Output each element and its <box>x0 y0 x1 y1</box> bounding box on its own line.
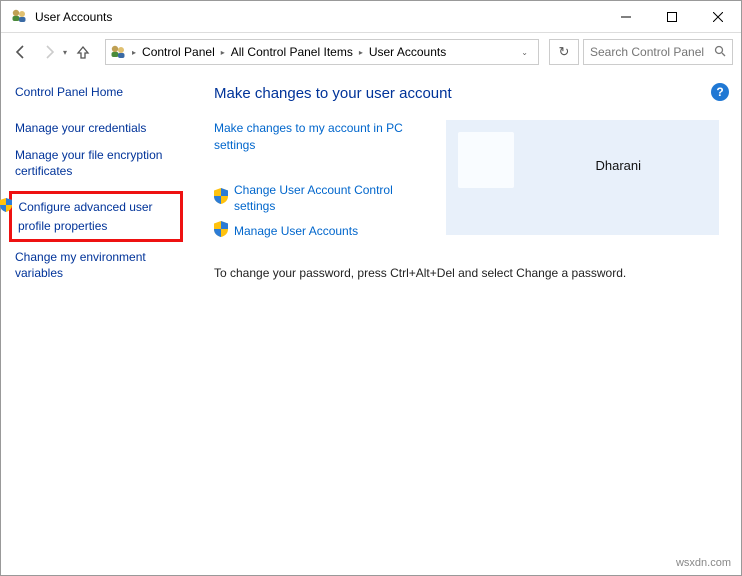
manage-credentials-link[interactable]: Manage your credentials <box>15 121 196 137</box>
navbar: ▾ ▸ Control Panel ▸ All Control Panel It… <box>1 33 741 71</box>
forward-button[interactable] <box>37 40 61 64</box>
password-instruction: To change your password, press Ctrl+Alt+… <box>214 266 723 280</box>
shield-icon <box>214 221 228 242</box>
refresh-button[interactable]: ↻ <box>549 39 579 65</box>
manage-encryption-link[interactable]: Manage your file encryption certificates <box>15 148 196 179</box>
back-button[interactable] <box>9 40 33 64</box>
maximize-button[interactable] <box>649 1 695 32</box>
sidebar: Control Panel Home Manage your credentia… <box>1 71 196 575</box>
search-input[interactable] <box>590 45 714 59</box>
window-title: User Accounts <box>35 10 603 24</box>
watermark: wsxdn.com <box>676 557 731 569</box>
page-heading: Make changes to your user account <box>214 85 723 102</box>
highlighted-item: Configure advanced user profile properti… <box>9 191 183 242</box>
avatar <box>458 132 514 188</box>
crumb-all-items[interactable]: All Control Panel Items <box>227 45 357 59</box>
close-button[interactable] <box>695 1 741 32</box>
search-box[interactable] <box>583 39 733 65</box>
manage-accounts-link[interactable]: Manage User Accounts <box>234 223 358 240</box>
control-panel-home-link[interactable]: Control Panel Home <box>15 85 196 101</box>
chevron-right-icon: ▸ <box>130 48 138 57</box>
user-name-label: Dharani <box>595 158 641 173</box>
crumb-user-accounts[interactable]: User Accounts <box>365 45 450 59</box>
shield-icon <box>214 188 228 209</box>
shield-icon <box>0 198 12 217</box>
search-icon <box>714 45 726 60</box>
env-variables-link[interactable]: Change my environment variables <box>15 250 196 281</box>
user-accounts-icon <box>11 7 27 26</box>
breadcrumb-icon <box>110 43 126 62</box>
chevron-right-icon: ▸ <box>357 48 365 57</box>
help-icon[interactable]: ? <box>711 83 729 101</box>
user-card: Dharani <box>446 120 719 235</box>
main-panel: ? Make changes to your user account Make… <box>196 71 741 575</box>
breadcrumb-dropdown[interactable]: ⌄ <box>515 48 534 57</box>
up-button[interactable] <box>71 40 95 64</box>
uac-settings-link[interactable]: Change User Account Control settings <box>234 182 434 216</box>
crumb-control-panel[interactable]: Control Panel <box>138 45 219 59</box>
titlebar: User Accounts <box>1 1 741 33</box>
chevron-right-icon: ▸ <box>219 48 227 57</box>
configure-profile-link[interactable]: Configure advanced user profile properti… <box>18 200 153 233</box>
content-area: Control Panel Home Manage your credentia… <box>1 71 741 575</box>
minimize-button[interactable] <box>603 1 649 32</box>
breadcrumb: ▸ Control Panel ▸ All Control Panel Item… <box>105 39 539 65</box>
history-dropdown[interactable]: ▾ <box>63 48 67 57</box>
pc-settings-link[interactable]: Make changes to my account in PC setting… <box>214 120 434 154</box>
action-list: Make changes to my account in PC setting… <box>214 120 434 248</box>
